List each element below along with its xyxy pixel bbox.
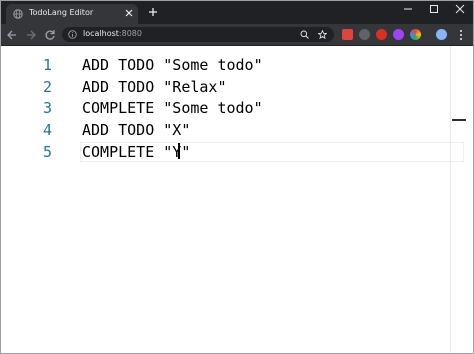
- overview-ruler[interactable]: [450, 46, 451, 354]
- globe-icon: [13, 9, 23, 19]
- ext-profile-icon[interactable]: [436, 29, 447, 40]
- forward-arrow-icon[interactable]: [25, 29, 37, 41]
- line-text[interactable]: ADD TODO "Relax": [82, 76, 227, 98]
- line-text[interactable]: COMPLETE "Y": [82, 141, 190, 163]
- zoom-icon[interactable]: [300, 30, 309, 39]
- editor-line[interactable]: 1 ADD TODO "Some todo": [0, 54, 474, 76]
- ext-colorwheel-icon[interactable]: [410, 29, 421, 40]
- ext-red-icon[interactable]: [342, 29, 353, 40]
- ext-grey-icon[interactable]: [359, 29, 370, 40]
- kebab-menu-icon[interactable]: [456, 29, 466, 41]
- line-text[interactable]: ADD TODO "X": [82, 119, 190, 141]
- tab-title: TodoLang Editor: [29, 8, 94, 17]
- scrollbar-position-marker[interactable]: [452, 119, 466, 121]
- window-close-icon[interactable]: [447, 0, 473, 18]
- line-number: 4: [42, 121, 52, 139]
- browser-tab[interactable]: TodoLang Editor: [6, 4, 138, 24]
- plus-icon[interactable]: [148, 7, 158, 17]
- line-number: 3: [42, 99, 52, 117]
- editor-line[interactable]: 2 ADD TODO "Relax": [0, 76, 474, 98]
- url-host: localhost: [83, 29, 119, 38]
- url-text: localhost:8080: [83, 29, 142, 38]
- line-text[interactable]: ADD TODO "Some todo": [82, 54, 263, 76]
- editor-line[interactable]: 5 COMPLETE "Y": [0, 141, 474, 163]
- line-number: 5: [42, 143, 52, 161]
- reload-icon[interactable]: [44, 29, 56, 41]
- text-cursor: [178, 143, 180, 159]
- ext-purple-icon[interactable]: [393, 29, 404, 40]
- line-number: 1: [42, 56, 52, 74]
- star-icon[interactable]: [318, 30, 327, 39]
- editor-line[interactable]: 4 ADD TODO "X": [0, 119, 474, 141]
- maximize-icon[interactable]: [421, 0, 447, 18]
- back-arrow-icon[interactable]: [6, 29, 18, 41]
- ext-red2-icon[interactable]: [376, 29, 387, 40]
- info-icon[interactable]: [68, 30, 77, 39]
- minimize-icon[interactable]: [395, 0, 421, 18]
- address-bar[interactable]: localhost:8080: [62, 27, 334, 42]
- editor-line[interactable]: 3 COMPLETE "Some todo": [0, 97, 474, 119]
- browser-toolbar: localhost:8080: [0, 24, 474, 46]
- line-number: 2: [42, 78, 52, 96]
- line-text[interactable]: COMPLETE "Some todo": [82, 97, 263, 119]
- tab-strip: TodoLang Editor: [0, 0, 474, 24]
- close-icon[interactable]: [124, 8, 134, 18]
- url-port: :8080: [118, 29, 142, 38]
